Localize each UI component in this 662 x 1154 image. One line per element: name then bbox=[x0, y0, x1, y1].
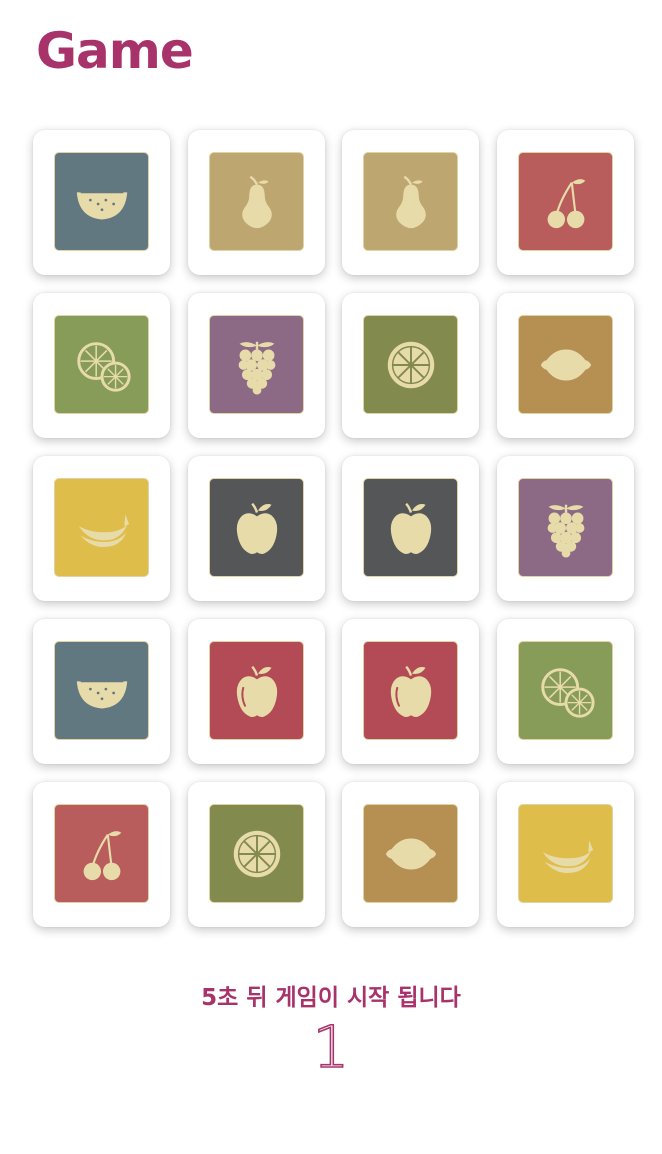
orange-slice-icon bbox=[380, 334, 442, 396]
cherry-icon bbox=[535, 171, 597, 233]
card-face bbox=[518, 804, 613, 903]
memory-card[interactable] bbox=[33, 619, 170, 764]
memory-card[interactable] bbox=[497, 456, 634, 601]
card-face bbox=[363, 641, 458, 740]
card-face bbox=[209, 641, 304, 740]
memory-card[interactable] bbox=[342, 456, 479, 601]
card-face bbox=[518, 315, 613, 414]
card-face bbox=[54, 804, 149, 903]
card-face bbox=[518, 478, 613, 577]
pear-icon bbox=[226, 171, 288, 233]
memory-card[interactable] bbox=[188, 130, 325, 275]
page-title: Game bbox=[36, 22, 194, 80]
apple-icon bbox=[380, 497, 442, 559]
orange-slices-icon bbox=[535, 660, 597, 722]
card-face bbox=[209, 478, 304, 577]
banana-icon bbox=[71, 497, 133, 559]
countdown-number: 1 bbox=[312, 1013, 351, 1081]
memory-card[interactable] bbox=[33, 130, 170, 275]
memory-card[interactable] bbox=[497, 130, 634, 275]
orange-slice-icon bbox=[226, 823, 288, 885]
card-face bbox=[363, 315, 458, 414]
lemon-icon bbox=[380, 823, 442, 885]
memory-card[interactable] bbox=[33, 456, 170, 601]
card-face bbox=[54, 152, 149, 251]
apple-icon bbox=[226, 497, 288, 559]
watermelon-icon bbox=[71, 660, 133, 722]
card-face bbox=[209, 152, 304, 251]
lemon-icon bbox=[535, 334, 597, 396]
pear-icon bbox=[380, 171, 442, 233]
start-countdown-message: 5초 뒤 게임이 시작 됩니다 bbox=[201, 985, 461, 1011]
memory-card[interactable] bbox=[342, 782, 479, 927]
red-apple-icon bbox=[226, 660, 288, 722]
orange-slices-icon bbox=[71, 334, 133, 396]
memory-card[interactable] bbox=[188, 293, 325, 438]
watermelon-icon bbox=[71, 171, 133, 233]
cherry-icon bbox=[71, 823, 133, 885]
card-face bbox=[518, 641, 613, 740]
card-face bbox=[209, 804, 304, 903]
card-face bbox=[54, 478, 149, 577]
banana-icon bbox=[535, 823, 597, 885]
grapes-icon bbox=[535, 497, 597, 559]
red-apple-icon bbox=[380, 660, 442, 722]
memory-card[interactable] bbox=[497, 293, 634, 438]
memory-card[interactable] bbox=[497, 619, 634, 764]
card-face bbox=[54, 315, 149, 414]
memory-card[interactable] bbox=[33, 293, 170, 438]
grapes-icon bbox=[226, 334, 288, 396]
card-board bbox=[33, 130, 634, 930]
memory-card[interactable] bbox=[342, 293, 479, 438]
memory-card[interactable] bbox=[188, 456, 325, 601]
card-face bbox=[363, 478, 458, 577]
memory-card[interactable] bbox=[497, 782, 634, 927]
card-face bbox=[54, 641, 149, 740]
card-face bbox=[209, 315, 304, 414]
memory-card[interactable] bbox=[188, 782, 325, 927]
memory-card[interactable] bbox=[342, 130, 479, 275]
card-face bbox=[363, 804, 458, 903]
card-face bbox=[518, 152, 613, 251]
memory-card[interactable] bbox=[188, 619, 325, 764]
card-face bbox=[363, 152, 458, 251]
memory-card[interactable] bbox=[33, 782, 170, 927]
memory-card[interactable] bbox=[342, 619, 479, 764]
